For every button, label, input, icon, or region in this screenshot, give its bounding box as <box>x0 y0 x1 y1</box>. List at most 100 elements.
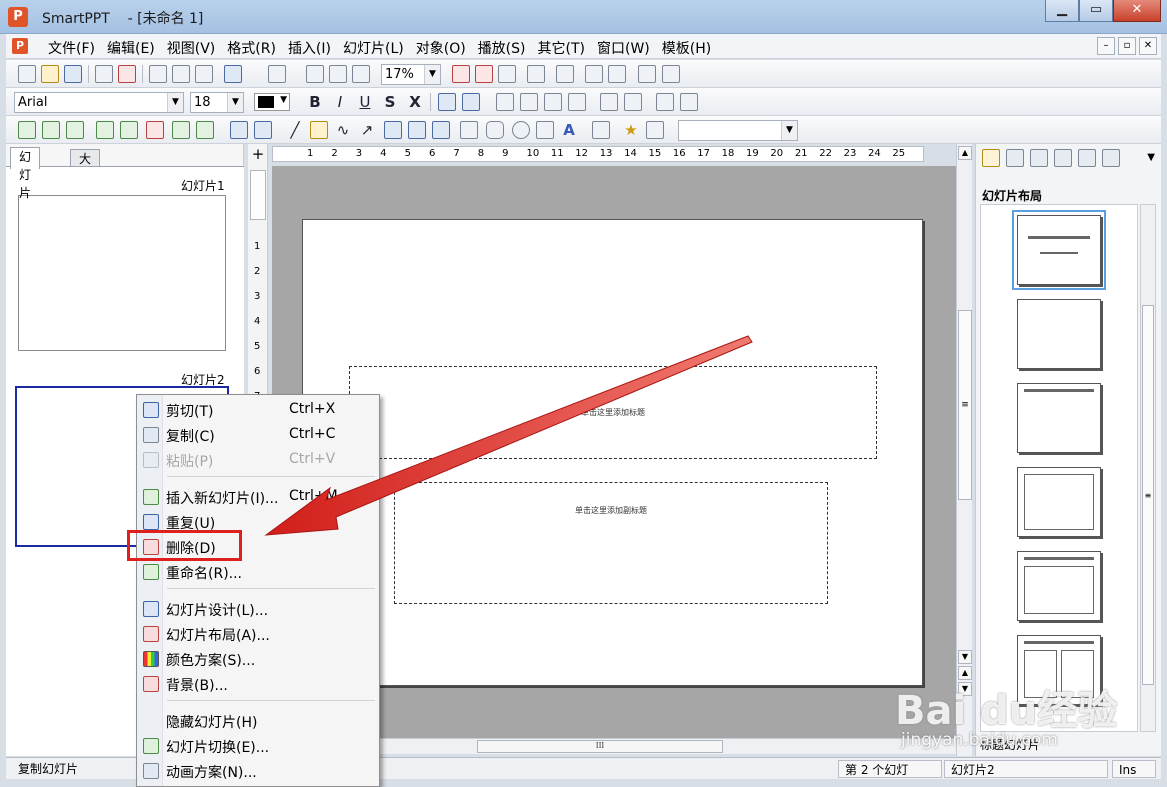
list-icon[interactable] <box>498 65 516 83</box>
pencil-icon[interactable] <box>310 121 328 139</box>
scroll-up-icon[interactable]: ▲ <box>958 146 972 160</box>
title-placeholder[interactable]: 单击这里添加标题 <box>349 366 877 459</box>
tab-slides[interactable]: 幻灯片 <box>10 147 41 200</box>
decrease-font-icon[interactable] <box>462 93 480 111</box>
formula-icon[interactable] <box>172 121 190 139</box>
animation-tab-icon[interactable] <box>1102 149 1120 167</box>
layout-scroll-thumb[interactable]: ≡ <box>1142 305 1154 685</box>
background-tab-icon[interactable] <box>1054 149 1072 167</box>
align-left-icon[interactable] <box>496 93 514 111</box>
star-icon[interactable]: ★ <box>622 121 640 139</box>
menu-item-slide-layout[interactable]: 幻灯片布局(A)... <box>137 622 379 646</box>
layout-blank[interactable] <box>1017 299 1101 369</box>
font-color-icon[interactable] <box>475 65 493 83</box>
menu-item-hide-slide[interactable]: 隐藏幻灯片(H) <box>137 709 379 733</box>
menu-item-background[interactable]: 背景(B)... <box>137 672 379 696</box>
font-size-select[interactable]: 18 ▼ <box>190 92 244 113</box>
bold-button[interactable]: B <box>305 92 325 112</box>
layout-tab-icon[interactable] <box>982 149 1000 167</box>
text-color-icon[interactable] <box>452 65 470 83</box>
wordart-icon[interactable]: A <box>560 121 578 139</box>
table-frame-icon[interactable] <box>42 121 60 139</box>
menu-play[interactable]: 播放(S) <box>472 38 532 58</box>
ungroup-icon[interactable] <box>254 121 272 139</box>
pdf-export-icon[interactable] <box>118 65 136 83</box>
paragraph-icon[interactable] <box>556 65 574 83</box>
increase-indent-icon[interactable] <box>624 93 642 111</box>
slide-thumbnail-1[interactable] <box>18 195 226 351</box>
frame-icon[interactable] <box>18 121 36 139</box>
redo-icon[interactable] <box>268 65 286 83</box>
save-icon[interactable] <box>64 65 82 83</box>
menu-object[interactable]: 对象(O) <box>410 38 472 58</box>
underline-button[interactable]: U <box>355 92 375 112</box>
cut-icon[interactable] <box>149 65 167 83</box>
align-right-icon[interactable] <box>544 93 562 111</box>
menu-view[interactable]: 视图(V) <box>161 38 222 58</box>
copy-icon[interactable] <box>172 65 190 83</box>
strikethrough-button[interactable]: X <box>405 92 425 112</box>
curved-connector-icon[interactable] <box>432 121 450 139</box>
undo-icon[interactable] <box>224 65 242 83</box>
vertical-scroll-thumb[interactable]: ≡ <box>958 310 972 500</box>
menu-edit[interactable]: 编辑(E) <box>101 38 161 58</box>
font-family-select[interactable]: Arial ▼ <box>14 92 184 113</box>
print-icon[interactable] <box>95 65 113 83</box>
layout-scrollbar[interactable]: ≡ <box>1140 204 1156 732</box>
chevron-down-icon[interactable]: ▼ <box>424 65 440 84</box>
fill-color-picker[interactable]: ▼ <box>254 93 290 111</box>
chart-icon[interactable] <box>608 65 626 83</box>
layout-title-only[interactable] <box>1017 383 1101 453</box>
style-combo[interactable]: ▼ <box>678 120 798 141</box>
menu-item-color-scheme[interactable]: 颜色方案(S)... <box>137 647 379 671</box>
close-button[interactable]: ✕ <box>1113 0 1161 22</box>
shadow-button[interactable]: S <box>380 92 400 112</box>
layout-content[interactable] <box>1017 467 1101 537</box>
numbered-list-icon[interactable] <box>680 93 698 111</box>
color-tab-icon[interactable] <box>1030 149 1048 167</box>
menu-item-animation[interactable]: 动画方案(N)... <box>137 759 379 783</box>
horizontal-scroll-thumb[interactable]: ⁞⁞⁞ <box>477 740 723 753</box>
minimize-button[interactable]: ▁ <box>1045 0 1079 22</box>
image-frame-icon[interactable] <box>66 121 84 139</box>
open-folder-icon[interactable] <box>41 65 59 83</box>
menu-template[interactable]: 模板(H) <box>656 38 717 58</box>
subtitle-placeholder[interactable]: 单击这里添加副标题 <box>394 482 828 604</box>
chevron-down-icon[interactable]: ▼ <box>1147 152 1155 163</box>
transition-tab-icon[interactable] <box>1078 149 1096 167</box>
design-tab-icon[interactable] <box>1006 149 1024 167</box>
connector-icon[interactable] <box>384 121 402 139</box>
format-painter-icon[interactable] <box>527 65 545 83</box>
maximize-button[interactable]: ▭ <box>1079 0 1113 22</box>
ruler-scroll-thumb[interactable] <box>250 170 266 220</box>
doc-restore-button[interactable]: ▫ <box>1118 37 1136 55</box>
ellipse-icon[interactable] <box>512 121 530 139</box>
chevron-down-icon[interactable]: ▼ <box>227 93 243 112</box>
menu-other[interactable]: 其它(T) <box>532 38 591 58</box>
doc-close-button[interactable]: ✕ <box>1139 37 1157 55</box>
bullet-list-icon[interactable] <box>656 93 674 111</box>
chevron-down-icon[interactable]: ▼ <box>781 121 797 140</box>
menu-item-rename[interactable]: 重命名(R)... <box>137 560 379 584</box>
group-icon[interactable] <box>230 121 248 139</box>
menu-item-transition[interactable]: 幻灯片切换(E)... <box>137 734 379 758</box>
line-tool-icon[interactable]: ╱ <box>286 121 304 139</box>
elbow-connector-icon[interactable] <box>408 121 426 139</box>
menu-item-slide-design[interactable]: 幻灯片设计(L)... <box>137 597 379 621</box>
arrow-line-icon[interactable]: ↗ <box>358 121 376 139</box>
menu-insert[interactable]: 插入(I) <box>282 38 337 58</box>
menu-file[interactable]: 文件(F) <box>42 38 101 58</box>
zoom-out-icon[interactable] <box>352 65 370 83</box>
paste-icon[interactable] <box>195 65 213 83</box>
menu-item-paste[interactable]: 粘贴(P) Ctrl+V <box>137 448 379 472</box>
text-frame-icon[interactable] <box>146 121 164 139</box>
zoom-in-icon[interactable] <box>329 65 347 83</box>
rounded-rectangle-icon[interactable] <box>486 121 504 139</box>
rectangle-icon[interactable] <box>460 121 478 139</box>
layout-title-content[interactable] <box>1017 551 1101 621</box>
menu-item-copy[interactable]: 复制(C) Ctrl+C <box>137 423 379 447</box>
menu-slide[interactable]: 幻灯片(L) <box>337 38 410 58</box>
doc-minimize-button[interactable]: – <box>1097 37 1115 55</box>
zoom-combo[interactable]: 17% ▼ <box>381 64 441 85</box>
crosshair-icon[interactable]: + <box>250 146 266 162</box>
